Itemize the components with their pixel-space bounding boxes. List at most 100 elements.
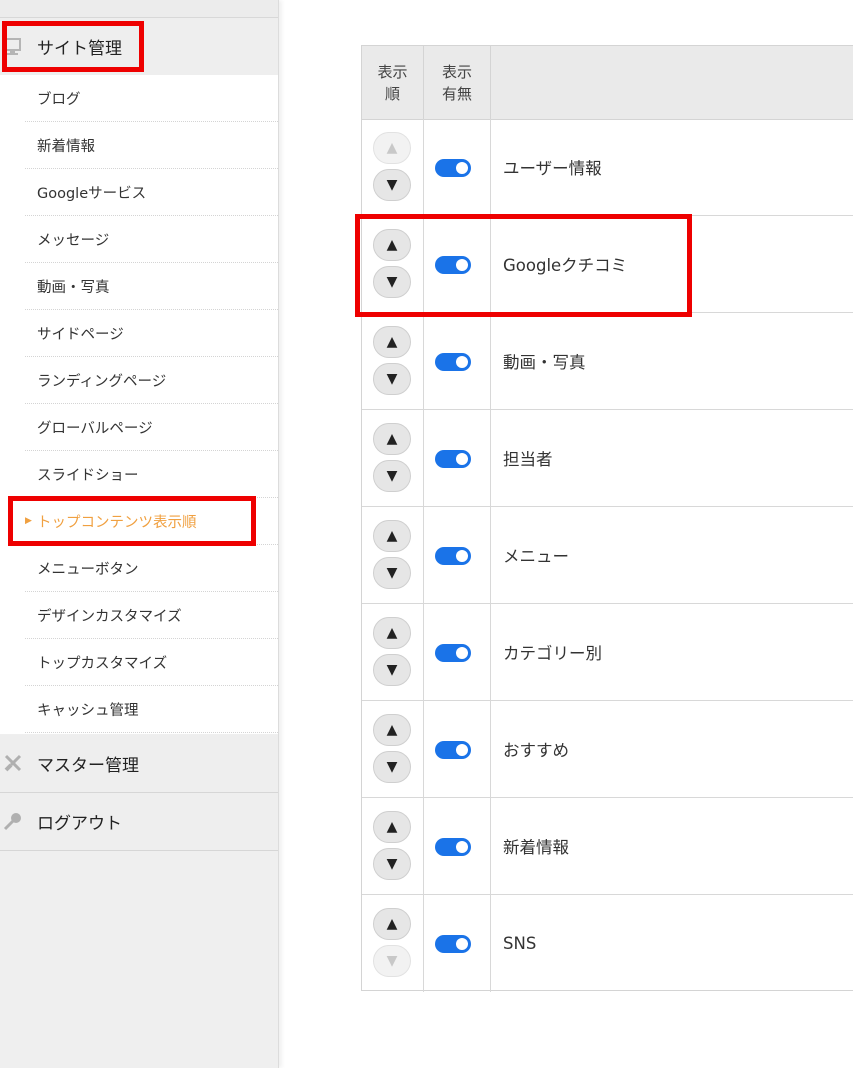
move-down-button[interactable]: ▼ [373, 557, 411, 589]
table-row: ▲ ▼ SNS [362, 895, 853, 992]
order-cell: ▲ ▼ [362, 895, 424, 992]
order-cell: ▲ ▼ [362, 410, 424, 506]
visible-cell [424, 895, 491, 992]
sidebar-item[interactable]: ランディングページ [25, 357, 278, 404]
move-up-button[interactable]: ▲ [373, 714, 411, 746]
visibility-toggle[interactable] [435, 159, 471, 177]
sidebar-item[interactable]: Googleサービス [25, 169, 278, 216]
table-row: ▲ ▼ カテゴリー別 [362, 604, 853, 701]
sidebar-item-label: サイドページ [37, 326, 124, 343]
toggle-knob [456, 647, 468, 659]
toggle-knob [456, 453, 468, 465]
table-row: ▲ ▼ 動画・写真 [362, 313, 853, 410]
toggle-knob [456, 162, 468, 174]
visibility-toggle[interactable] [435, 935, 471, 953]
move-down-button[interactable]: ▼ [373, 169, 411, 201]
sidebar-item-label: スライドショー [37, 467, 139, 484]
visibility-toggle[interactable] [435, 838, 471, 856]
order-cell: ▲ ▼ [362, 604, 424, 700]
sidebar-item[interactable]: トップカスタマイズ [25, 639, 278, 686]
column-header-order: 表示 順 [362, 46, 424, 119]
move-down-button[interactable]: ▼ [373, 654, 411, 686]
order-cell: ▲ ▼ [362, 507, 424, 603]
content-name: おすすめ [503, 741, 569, 760]
toggle-knob [456, 550, 468, 562]
visibility-toggle[interactable] [435, 741, 471, 759]
sidebar-submenu: ブログ新着情報 Googleサービス メッセージ動画・写真サイドページランディングペ… [0, 75, 278, 734]
move-up-button[interactable]: ▲ [373, 908, 411, 940]
move-down-button[interactable]: ▼ [373, 460, 411, 492]
sidebar-item[interactable]: 新着情報 [25, 122, 278, 169]
move-up-button[interactable]: ▲ [373, 520, 411, 552]
move-down-button[interactable]: ▼ [373, 945, 411, 977]
visibility-toggle[interactable] [435, 353, 471, 371]
sidebar-item-label: ランディングページ [37, 373, 167, 390]
sidebar-item-label: ブログ [37, 91, 81, 108]
sidebar: サイト管理 ブログ 新着情報 Googleサービス メッセージ 動画・写真 サイドページラ… [0, 0, 279, 1068]
sidebar-section-master[interactable]: マスター管理 [0, 735, 278, 793]
content-name: 新着情報 [503, 838, 569, 857]
visibility-toggle[interactable] [435, 450, 471, 468]
content-name: SNS [503, 934, 537, 953]
visible-cell [424, 507, 491, 603]
table-row: ▲ ▼ おすすめ [362, 701, 853, 798]
highlight-box [8, 496, 256, 546]
visible-cell [424, 604, 491, 700]
top-content-order-table: 表示 順 表示 有無 ▲ ▼ ユーザー情報 ▲ ▼ Googleクチコミ ▲ ▼ 動画・写真 ▲ ▼… [361, 45, 853, 992]
sidebar-item-label: グローバルページ [37, 420, 153, 437]
order-cell: ▲ ▼ [362, 701, 424, 797]
sidebar-item-label: メニューボタン [37, 561, 139, 578]
sidebar-item-label: 新着情報 [37, 138, 95, 155]
table-row: ▲ ▼ 新着情報 [362, 798, 853, 895]
order-cell: ▲ ▼ [362, 798, 424, 894]
sidebar-item[interactable]: グローバルページ [25, 404, 278, 451]
content-name: カテゴリー別 [503, 644, 602, 663]
visible-cell [424, 313, 491, 409]
sidebar-item-label: トップカスタマイズ [37, 655, 168, 672]
visibility-toggle[interactable] [435, 644, 471, 662]
table-row: ▲ ▼ ユーザー情報 [362, 119, 853, 216]
move-down-button[interactable]: ▼ [373, 751, 411, 783]
key-icon [2, 810, 24, 832]
move-up-button[interactable]: ▲ [373, 617, 411, 649]
toggle-knob [456, 744, 468, 756]
move-up-button[interactable]: ▲ [373, 811, 411, 843]
move-up-button[interactable]: ▲ [373, 326, 411, 358]
sidebar-item-label: デザインカスタマイズ [37, 608, 182, 625]
sidebar-section-logout[interactable]: ログアウト [0, 793, 278, 851]
sidebar-item[interactable]: スライドショー [25, 451, 278, 498]
visible-cell [424, 798, 491, 894]
move-up-button[interactable]: ▲ [373, 423, 411, 455]
toggle-knob [456, 938, 468, 950]
content-name: メニュー [503, 547, 569, 566]
sidebar-item[interactable]: メニューボタン [25, 545, 278, 592]
table-header: 表示 順 表示 有無 [362, 46, 853, 120]
sidebar-item[interactable]: キャッシュ管理 [25, 686, 278, 733]
sidebar-item[interactable]: 動画・写真 [25, 263, 278, 310]
move-up-button[interactable]: ▲ [373, 132, 411, 164]
table-row: ▲ ▼ 担当者 [362, 410, 853, 507]
content-name: 担当者 [503, 450, 553, 469]
table-row: ▲ ▼ メニュー [362, 507, 853, 604]
visibility-toggle[interactable] [435, 547, 471, 565]
sidebar-item[interactable]: デザインカスタマイズ [25, 592, 278, 639]
sidebar-item[interactable]: メッセージ [25, 216, 278, 263]
tools-icon [2, 752, 24, 774]
sidebar-top-strip [0, 0, 278, 18]
visible-cell [424, 701, 491, 797]
toggle-knob [456, 841, 468, 853]
order-cell: ▲ ▼ [362, 313, 424, 409]
move-down-button[interactable]: ▼ [373, 848, 411, 880]
move-down-button[interactable]: ▼ [373, 363, 411, 395]
order-cell: ▲ ▼ [362, 119, 424, 215]
column-header-visible: 表示 有無 [424, 46, 491, 119]
visible-cell [424, 119, 491, 215]
sidebar-section-label: ログアウト [37, 814, 122, 834]
sidebar-item-label: メッセージ [37, 232, 110, 249]
highlight-box [355, 214, 692, 317]
sidebar-item-label: キャッシュ管理 [37, 702, 139, 719]
content-name: 動画・写真 [503, 353, 586, 372]
sidebar-item-label: Googleサービス [37, 185, 147, 202]
sidebar-item[interactable]: サイドページ [25, 310, 278, 357]
sidebar-item[interactable]: ブログ [25, 75, 278, 122]
